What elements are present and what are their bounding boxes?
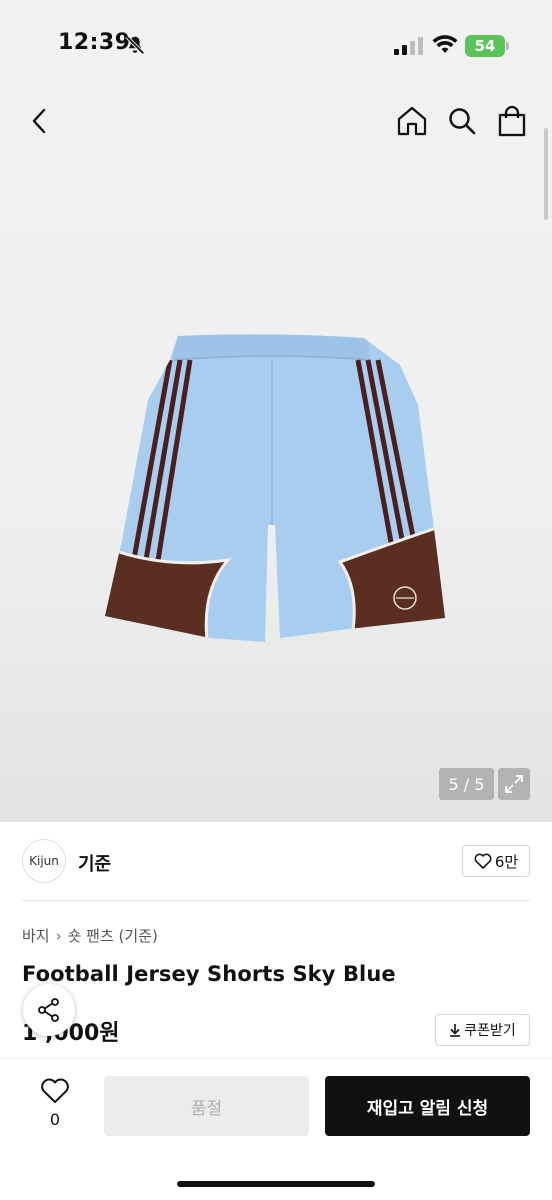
heart-icon [474,853,492,869]
breadcrumb-subcategory[interactable]: 숏 팬츠 (기준) [68,925,158,946]
share-button[interactable] [23,984,75,1036]
breadcrumb-category[interactable]: 바지 [22,925,50,946]
status-bar: 12:39 54 [0,0,552,90]
restock-alert-button[interactable]: 재입고 알림 신청 [325,1076,530,1136]
home-button[interactable] [393,102,431,140]
search-icon [449,108,476,135]
soldout-label: 품절 [190,1098,223,1119]
search-button[interactable] [443,102,481,140]
shopping-bag-icon [498,105,526,137]
scrollbar[interactable] [544,128,548,220]
wifi-icon [432,35,458,53]
coupon-label: 쿠폰받기 [464,1023,516,1039]
heart-icon [41,1078,69,1103]
divider [22,900,530,901]
wish-count: 0 [49,1110,61,1129]
expand-icon [505,775,523,793]
battery-indicator: 54 [465,35,509,57]
brand-name[interactable]: 기준 [78,850,111,876]
status-time: 12:39 [58,30,131,55]
expand-button[interactable] [498,768,530,800]
home-indicator [177,1181,375,1187]
battery-level: 54 [474,37,496,55]
image-counter: 5 / 5 [439,768,494,800]
chevron-right-icon: › [55,926,62,945]
bell-slash-icon [125,35,145,55]
product-image[interactable] [100,330,445,648]
coupon-button[interactable]: 쿠폰받기 [435,1014,530,1046]
brand-like-count: 6만 [494,852,519,871]
back-button[interactable] [22,103,58,139]
image-counter-text: 5 / 5 [448,774,485,794]
home-icon [397,106,427,136]
download-icon [450,1024,461,1037]
share-icon [38,998,59,1022]
wish-button[interactable]: 0 [36,1078,74,1129]
brand-logo-text: Kijun [29,854,59,868]
brand-like-button[interactable]: 6만 [462,845,530,877]
brand-logo[interactable]: Kijun [22,839,66,883]
restock-label: 재입고 알림 신청 [366,1098,489,1119]
breadcrumb: 바지 › 숏 팬츠 (기준) [22,925,158,946]
product-title: Football Jersey Shorts Sky Blue [22,962,396,986]
signal-icon [394,37,423,55]
chevron-left-icon [32,108,46,134]
soldout-button: 품절 [104,1076,309,1136]
cart-button[interactable] [493,102,531,140]
